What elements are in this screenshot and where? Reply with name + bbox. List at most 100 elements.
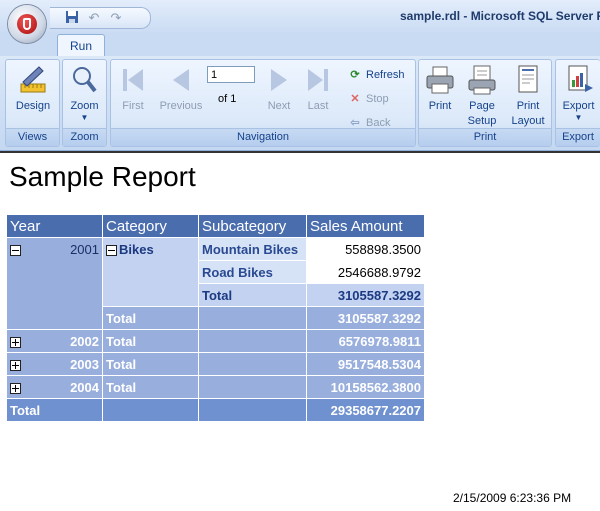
group-zoom: Zoom ▼ Zoom xyxy=(62,59,107,147)
print-layout-icon xyxy=(512,64,544,96)
execution-timestamp: 2/15/2009 6:23:36 PM xyxy=(453,491,572,505)
header-subcategory: Subcategory xyxy=(198,214,307,238)
stop-button[interactable]: ✕ Stop xyxy=(348,91,389,107)
print-layout-button[interactable]: Print Layout xyxy=(507,64,549,129)
group-label-zoom: Zoom xyxy=(63,128,106,146)
page-setup-label-1: Page xyxy=(469,100,495,112)
first-label: First xyxy=(122,100,144,112)
redo-icon[interactable]: ↷ xyxy=(108,10,124,26)
year-2002: 2002 xyxy=(70,333,99,349)
year-2002-amount: 6576978.9811 xyxy=(306,329,425,353)
table-row: 2002 Total 6576978.9811 xyxy=(6,329,425,353)
grand-total-blank-1 xyxy=(102,398,199,422)
grand-total-row: Total 29358677.2207 xyxy=(6,398,425,422)
design-button[interactable]: Design xyxy=(8,64,58,114)
export-button[interactable]: Export ▼ xyxy=(556,64,600,122)
subcategory-total-amount: 3105587.3292 xyxy=(306,283,425,307)
last-label: Last xyxy=(307,100,329,112)
first-page-icon xyxy=(117,64,149,96)
year-2001: 2001 xyxy=(70,242,99,257)
print-button[interactable]: Print xyxy=(423,64,457,114)
category-total-label: Total xyxy=(102,306,199,330)
page-number-input[interactable] xyxy=(207,66,255,83)
design-label: Design xyxy=(15,100,51,112)
year-2004-amount: 10158562.3800 xyxy=(306,375,425,399)
header-amount: Sales Amount xyxy=(306,214,425,238)
subcategory-total-label: Total xyxy=(198,283,307,307)
ribbon-tab-strip: Run xyxy=(0,34,600,57)
group-print: Print Page Setup Print Layout Print xyxy=(418,59,552,147)
category-bikes: Bikes xyxy=(119,242,154,257)
year-2002-blank xyxy=(198,329,307,353)
undo-icon[interactable]: ↶ xyxy=(86,10,102,26)
expand-icon[interactable] xyxy=(10,359,21,371)
next-label: Next xyxy=(267,100,291,112)
category-total-amount: 3105587.3292 xyxy=(306,306,425,330)
table-row: 2003 Total 9517548.5304 xyxy=(6,352,425,376)
page-setup-icon xyxy=(466,64,498,96)
previous-page-icon xyxy=(165,64,197,96)
amount-mountain-bikes: 558898.3500 xyxy=(306,237,425,261)
first-button[interactable]: First xyxy=(115,64,151,114)
year-2004: 2004 xyxy=(70,379,99,395)
table-row: 2004 Total 10158562.3800 xyxy=(6,375,425,399)
last-button[interactable]: Last xyxy=(301,64,335,114)
year-2003: 2003 xyxy=(70,356,99,372)
print-layout-label-1: Print xyxy=(516,100,540,112)
year-2003-amount: 9517548.5304 xyxy=(306,352,425,376)
collapse-icon[interactable] xyxy=(10,245,21,257)
print-layout-label-2: Layout xyxy=(511,115,545,127)
group-navigation: First Previous of 1 Next Last ⟳ Refresh ✕… xyxy=(110,59,416,147)
group-label-print: Print xyxy=(419,128,551,146)
export-icon xyxy=(563,64,595,96)
group-export: Export ▼ Export xyxy=(555,59,600,147)
group-label-views: Views xyxy=(6,128,59,146)
year-cell-2002: 2002 xyxy=(6,329,103,353)
refresh-button[interactable]: ⟳ Refresh xyxy=(348,67,404,83)
ribbon: Design Views Zoom ▼ Zoom First Previous … xyxy=(0,56,600,151)
design-icon xyxy=(17,64,49,96)
page-setup-button[interactable]: Page Setup xyxy=(463,64,501,129)
tab-run[interactable]: Run xyxy=(57,34,105,57)
year-cell-2001: 2001 xyxy=(6,237,103,330)
page-count: of 1 xyxy=(218,93,237,105)
next-button[interactable]: Next xyxy=(261,64,297,114)
zoom-dropdown-arrow-icon: ▼ xyxy=(80,113,89,122)
year-2002-total-label: Total xyxy=(102,329,199,353)
save-icon[interactable] xyxy=(64,10,80,26)
application-button[interactable] xyxy=(8,5,46,43)
quick-access-toolbar: ↶ ↷ xyxy=(50,7,151,29)
table-row: 2001 Bikes Mountain Bikes 558898.3500 xyxy=(6,237,425,330)
magnifier-icon xyxy=(69,64,101,96)
report-title: Sample Report xyxy=(9,161,196,192)
grand-total-label: Total xyxy=(6,398,103,422)
year-cell-2004: 2004 xyxy=(6,375,103,399)
zoom-button[interactable]: Zoom ▼ xyxy=(63,64,106,122)
grand-total-blank-2 xyxy=(198,398,307,422)
report-viewer: Sample Report Year Category Subcategory … xyxy=(0,151,600,511)
next-page-icon xyxy=(263,64,295,96)
year-cell-2003: 2003 xyxy=(6,352,103,376)
subcategory-mountain-bikes: Mountain Bikes xyxy=(198,237,307,261)
year-2003-total-label: Total xyxy=(102,352,199,376)
printer-icon xyxy=(424,64,456,96)
refresh-icon: ⟳ xyxy=(350,69,360,81)
header-row: Year Category Subcategory Sales Amount xyxy=(6,214,425,238)
collapse-icon[interactable] xyxy=(106,245,117,257)
sales-matrix: Year Category Subcategory Sales Amount 2… xyxy=(6,214,425,422)
stop-label: Stop xyxy=(366,93,389,105)
last-page-icon xyxy=(302,64,334,96)
category-total-blank xyxy=(198,306,307,330)
previous-label: Previous xyxy=(159,100,203,112)
expand-icon[interactable] xyxy=(10,336,21,348)
year-2003-blank xyxy=(198,352,307,376)
expand-icon[interactable] xyxy=(10,382,21,394)
year-2004-total-label: Total xyxy=(102,375,199,399)
group-views: Design Views xyxy=(5,59,60,147)
print-label: Print xyxy=(428,100,452,112)
export-label: Export xyxy=(562,100,595,112)
zoom-label: Zoom xyxy=(70,100,99,112)
page-setup-label-2: Setup xyxy=(467,115,497,127)
previous-button[interactable]: Previous xyxy=(155,64,207,114)
amount-road-bikes: 2546688.9792 xyxy=(306,260,425,284)
